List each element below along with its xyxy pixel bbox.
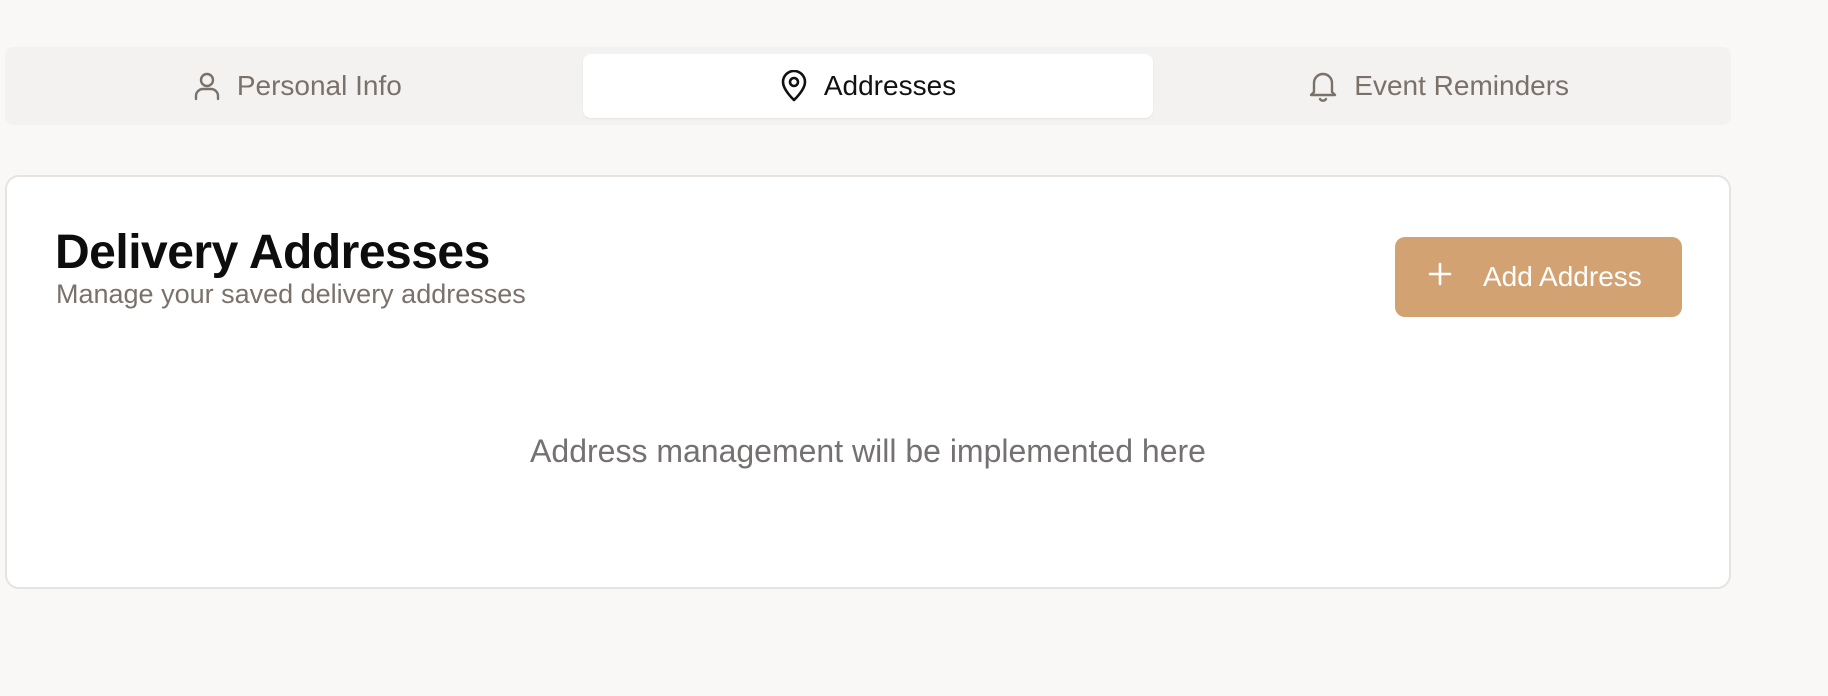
tab-addresses[interactable]: Addresses — [582, 54, 1154, 118]
card-title: Delivery Addresses — [55, 226, 490, 279]
empty-state-message: Address management will be implemented h… — [530, 433, 1206, 469]
plus-icon — [1427, 261, 1453, 294]
add-address-button[interactable]: Add Address — [1395, 237, 1682, 317]
user-icon — [193, 71, 221, 101]
delivery-addresses-card: Delivery Addresses Manage your saved del… — [5, 175, 1731, 589]
tab-label: Event Reminders — [1354, 70, 1570, 101]
tab-label: Addresses — [823, 70, 957, 101]
map-pin-icon — [780, 70, 808, 102]
card-subtitle: Manage your saved delivery addresses — [56, 279, 526, 309]
tab-label: Personal Info — [236, 70, 402, 101]
tab-personal-info[interactable]: Personal Info — [12, 54, 583, 118]
bell-icon — [1308, 70, 1338, 102]
tab-event-reminders[interactable]: Event Reminders — [1153, 54, 1724, 118]
add-address-label: Add Address — [1483, 261, 1642, 292]
profile-tabs: Personal Info Addresses Event Reminders — [5, 47, 1731, 125]
